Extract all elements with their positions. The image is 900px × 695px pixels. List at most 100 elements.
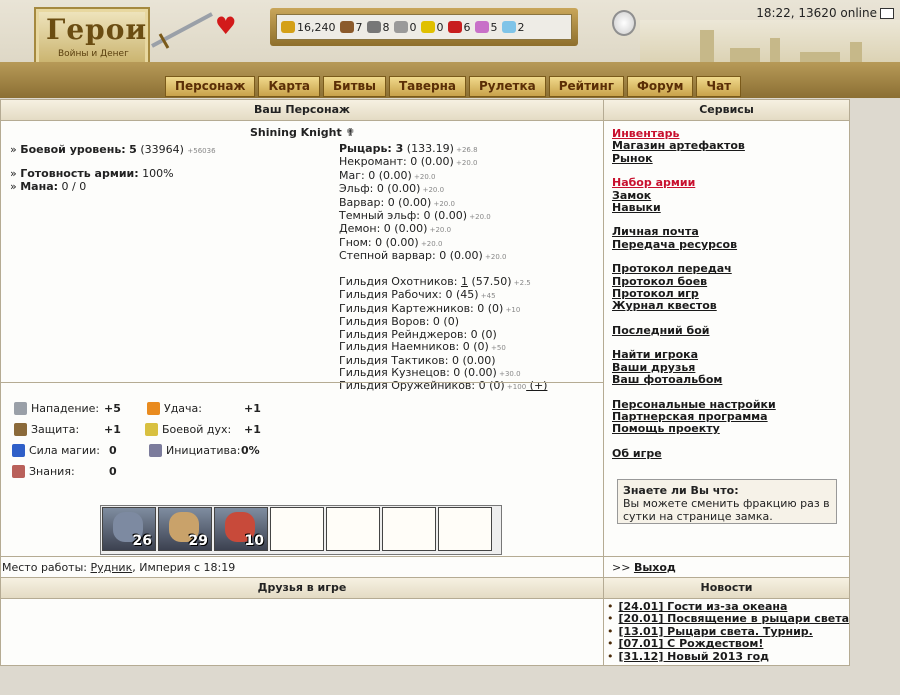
attribute-value: +1 [244,423,261,436]
army-slot[interactable] [438,507,492,551]
bullet-icon: • [607,624,614,638]
nav-5[interactable]: Рейтинг [548,76,625,97]
army-readiness-label: Готовность армии: [20,167,139,180]
faction-plus: +30.0 [496,369,521,378]
service-link[interactable]: Набор армии [612,176,776,189]
faction-row: Гильдия Наемников: 0 (0) +50 [339,340,547,354]
exit-link[interactable]: Выход [634,561,676,574]
faction-name: Демон: [339,222,384,236]
attribute-3: Знания: [12,465,75,478]
mana-label: Мана: [20,180,59,193]
faction-value: 0 (0) [462,340,489,354]
nav-7[interactable]: Чат [696,76,742,97]
combat-level-next: +56036 [187,147,216,155]
service-link[interactable]: Об игре [612,447,776,460]
mail-icon[interactable] [880,8,894,19]
faction-plus: +20.0 [482,253,507,262]
army-slot[interactable]: 29 [158,507,212,551]
resources-bar: 16,240 7 8 0 0 6 5 2 [270,8,578,46]
divider [0,556,603,557]
resource-value: 2 [517,20,525,34]
news-link[interactable]: [07.01] С Рождеством! [619,637,764,650]
resource-value: 0 [436,20,444,34]
faction-plus: +2.5 [511,279,531,288]
service-link[interactable]: Передача ресурсов [612,238,776,251]
news-link[interactable]: [24.01] Гости из-за океана [619,600,788,613]
service-link[interactable]: Личная почта [612,226,776,239]
news-panel-title: Новости [604,578,849,599]
faction-plus: +20.0 [453,159,478,168]
logo[interactable]: Герои Войны и Денег [34,7,150,67]
attribute-4: Удача: [147,402,202,415]
services-group: Протокол передач Протокол боев Протокол иг… [612,262,776,313]
faction-value: 0 (0.00) [453,365,497,379]
faction-detail: (133.19) [403,142,454,155]
mercury-icon [393,21,408,33]
faction-plus: +20.0 [411,172,436,181]
army-readiness-value: 100% [142,167,174,180]
news-link[interactable]: [13.01] Рыцари света. Турнир. [619,625,813,638]
faction-value[interactable]: 1 [461,275,468,288]
news-link[interactable]: [20.01] Посвящение в рыцари света [619,612,850,625]
nav-2[interactable]: Битвы [323,76,386,97]
resource-item: 2 [501,20,525,34]
service-link[interactable]: Последний бой [612,324,776,337]
rainbow-icon [147,402,160,415]
attribute-label: Защита: [31,423,80,436]
nav-4[interactable]: Рулетка [469,76,546,97]
faction-name: Темный эльф: [339,209,424,223]
wand-icon [12,444,25,457]
service-link[interactable]: Магазин артефактов [612,139,776,152]
nav-6[interactable]: Форум [627,76,694,97]
faction-name: Степной варвар: [339,249,440,263]
faction-row: Варвар: 0 (0.00) +20.0 [339,195,547,210]
faction-value: 0 (0.00) [439,249,483,263]
faction-name: Некромант: [339,155,411,169]
resource-item: 0 [420,20,444,34]
service-link[interactable]: Протокол передач [612,262,776,275]
work-place-link[interactable]: Рудник [90,561,132,574]
army-slot[interactable]: 10 [214,507,268,551]
tip-title: Знаете ли Вы что: [623,484,739,497]
attribute-6: Инициатива: [149,444,240,457]
attribute-5: Боевой дух: [145,423,231,436]
nav-1[interactable]: Карта [258,76,321,97]
army-slot[interactable] [270,507,324,551]
book-icon [12,465,25,478]
resource-item: 16,240 [281,21,336,34]
faction-detail: (57.50) [467,275,512,289]
exit-prefix: >> [612,561,631,574]
army-count: 29 [188,533,208,549]
exit: >> Выход [612,561,676,574]
bullet-icon: • [607,600,614,613]
wings-icon [145,423,158,436]
services-group: Инвентарь Магазин артефактов Рынок [612,127,776,165]
resource-item: 0 [393,20,417,34]
faction-name: Рыцарь: [339,142,396,155]
army-slot[interactable] [382,507,436,551]
faction-value: 0 (0.00) [423,209,468,223]
news-link[interactable]: [31.12] Новый 2013 год [619,650,770,663]
service-link[interactable]: Ваш фотоальбом [612,373,776,386]
health-heart-icon[interactable]: ♥ [215,14,237,38]
combat-level-exp: (33964) [140,143,184,156]
faction-name: Варвар: [339,195,388,209]
faction-name: Маг: [339,168,369,182]
service-link[interactable]: Найти игрока [612,348,776,361]
army-slot[interactable]: 26 [102,507,156,551]
faction-plus: +50 [488,344,506,353]
service-link[interactable]: Навыки [612,201,776,214]
mana-potion-icon[interactable] [612,10,636,36]
nav-3[interactable]: Таверна [389,76,466,97]
service-link[interactable]: Рынок [612,152,776,165]
sword-icon [151,12,213,49]
army-slot[interactable] [326,507,380,551]
main-nav: Персонаж Карта Битвы Таверна Рулетка Рейтинг Ф… [165,76,744,97]
character-name[interactable]: Shining Knight ✟ [250,126,355,139]
bullet-icon: • [607,637,614,651]
resource-value: 0 [409,20,417,34]
service-link[interactable]: Помощь проекту [612,422,776,435]
nav-0[interactable]: Персонаж [165,76,256,97]
faction-plus: +20.0 [420,186,445,195]
service-link[interactable]: Журнал квестов [612,300,776,313]
